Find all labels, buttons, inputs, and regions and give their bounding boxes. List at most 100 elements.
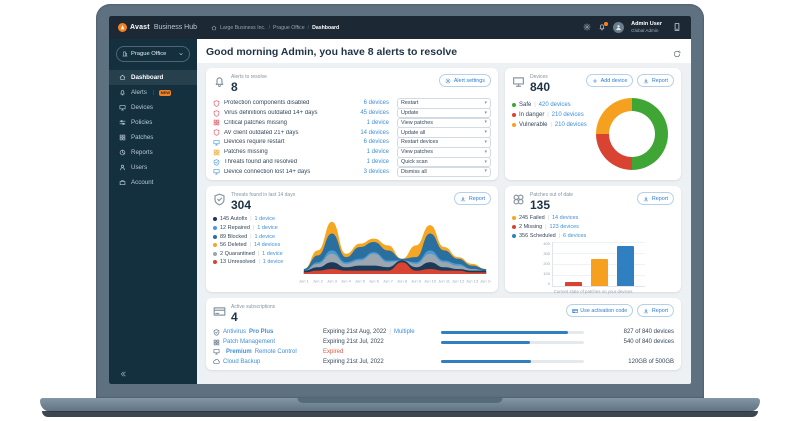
sidebar-item[interactable]: Patches	[109, 130, 197, 145]
sidebar-collapse-icon[interactable]	[119, 370, 127, 378]
legend-dot	[213, 226, 217, 230]
threats-report-button[interactable]: Report	[454, 192, 491, 205]
devices-report-button[interactable]: Report	[637, 74, 674, 87]
subscription-extra-link[interactable]: Multiple	[386, 329, 414, 335]
avatar[interactable]	[613, 22, 624, 33]
legend-devices-link[interactable]: 14 devices	[552, 215, 578, 221]
sidebar-nav: Dashboard Alerts | NEW	[109, 70, 197, 190]
alert-devices-link[interactable]: 1 device	[335, 159, 389, 165]
legend-label: In danger	[519, 112, 544, 118]
legend-label: Vulnerable	[519, 122, 547, 128]
legend-devices-link[interactable]: 14 devices	[254, 242, 280, 248]
sidebar-item[interactable]: Dashboard	[109, 70, 197, 85]
sidebar-item[interactable]: Account	[109, 175, 197, 190]
legend-devices-link[interactable]: 210 devices	[552, 112, 584, 118]
notification-dot	[604, 22, 608, 26]
legend-devices-link[interactable]: 1 device	[255, 216, 276, 222]
sidebar-item-label: Devices	[131, 104, 153, 111]
bar-failed	[591, 259, 608, 286]
notifications-button[interactable]	[598, 23, 606, 31]
subscription-usage-fill	[441, 341, 530, 344]
chevron-down-icon: ▾	[484, 111, 487, 116]
bar-missing	[565, 282, 582, 286]
legend-devices-link[interactable]: 1 device	[257, 225, 278, 231]
legend-devices-link[interactable]: 420 devices	[539, 102, 571, 108]
alert-action-value: Dismiss all	[401, 169, 427, 175]
patches-icon	[512, 193, 525, 206]
refresh-icon[interactable]	[673, 50, 681, 58]
subscription-name-link[interactable]: Antivirus Pro Plus	[213, 329, 323, 336]
add-device-button[interactable]: Add device	[586, 74, 633, 87]
sidebar-item[interactable]: Users	[109, 160, 197, 175]
legend-devices-link[interactable]: 123 devices	[550, 224, 579, 230]
alert-devices-link[interactable]: 14 devices	[335, 130, 389, 136]
subscription-name-link[interactable]: Premium Remote Control	[213, 348, 323, 355]
greeting-band: Good morning Admin, you have 8 alerts to…	[197, 39, 691, 63]
subscription-icon	[213, 329, 220, 336]
alert-action-select[interactable]: Dismiss all ▾	[397, 167, 491, 178]
alert-row: Protection components disabled 6 devices…	[213, 98, 491, 108]
legend-item: 89 Blocked | 1 device	[213, 234, 299, 240]
alert-devices-link[interactable]: 6 devices	[335, 139, 389, 145]
chevron-down-icon: ▾	[484, 140, 487, 145]
subscription-name-link[interactable]: Patch Management	[213, 339, 323, 346]
user-menu[interactable]: Admin User Global Admin	[631, 21, 662, 34]
alert-row: Threats found and resolved 1 device Quic…	[213, 157, 491, 167]
subscription-usage-fill	[441, 331, 568, 334]
sidebar-item[interactable]: Reports	[109, 145, 197, 160]
alert-action-value: Restart devices	[401, 139, 438, 145]
alert-devices-link[interactable]: 1 device	[335, 149, 389, 155]
use-activation-code-button[interactable]: Use activation code	[566, 304, 634, 317]
brand-name: Avast	[130, 24, 150, 31]
alert-status-icon	[213, 119, 220, 126]
brand: Avast Business Hub	[118, 23, 197, 32]
svg-text:Jun 5: Jun 5	[355, 279, 366, 284]
svg-text:Jun 3: Jun 3	[327, 279, 338, 284]
chevron-down-icon	[178, 51, 184, 57]
sidebar-item[interactable]: Devices	[109, 100, 197, 115]
chevron-down-icon: ▾	[484, 160, 487, 165]
sidebar-item-icon	[119, 164, 126, 171]
alert-devices-link[interactable]: 3 devices	[335, 169, 389, 175]
subscription-row: Premium Remote Control Expired	[213, 347, 674, 357]
subscriptions-report-button[interactable]: Report	[637, 304, 674, 317]
top-bar: Avast Business Hub Large Business Inc. /…	[109, 16, 691, 39]
user-name: Admin User	[631, 21, 662, 28]
top-bar-actions: Admin User Global Admin	[583, 21, 682, 34]
legend-item: Vulnerable | 210 devices	[512, 122, 587, 128]
user-icon	[615, 24, 622, 31]
user-role: Global Admin	[631, 28, 662, 34]
legend-devices-link[interactable]: 1 device	[255, 234, 276, 240]
alert-devices-link[interactable]: 6 devices	[335, 100, 389, 106]
legend-dot	[512, 103, 516, 107]
alert-settings-button[interactable]: Alert settings	[439, 74, 491, 87]
sidebar-item[interactable]: Alerts | NEW	[109, 85, 197, 100]
legend-devices-link[interactable]: 1 device	[263, 259, 284, 265]
alert-action-select[interactable]: Quick scan ▾	[397, 157, 491, 168]
alert-action-select[interactable]: View patches ▾	[397, 147, 491, 158]
legend-devices-link[interactable]: 6 devices	[563, 233, 586, 239]
breadcrumb-site[interactable]: Prague Office	[273, 25, 305, 31]
subscription-row: Patch Management Expiring 21st Jul, 2022…	[213, 337, 674, 347]
y-tick: 400	[540, 242, 550, 246]
subscriptions-count: 4	[231, 310, 275, 324]
console-icon[interactable]	[672, 22, 682, 32]
subscription-name-link[interactable]: Cloud Backup	[213, 358, 323, 365]
alert-action-value: Update	[401, 110, 418, 116]
settings-gear-icon[interactable]	[583, 23, 591, 31]
alert-devices-link[interactable]: 1 device	[335, 120, 389, 126]
legend-devices-link[interactable]: 210 devices	[555, 122, 587, 128]
sidebar-item-label: Dashboard	[131, 74, 163, 81]
site-selector[interactable]: Prague Office	[116, 46, 190, 62]
subscriptions-list: Antivirus Pro Plus Expiring 21st Aug, 20…	[213, 327, 674, 366]
threats-chart-wrap: Jun 1Jun 2Jun 3Jun 4Jun 5Jun 6Jun 7Jun 8…	[299, 214, 491, 286]
legend-devices-link[interactable]: 1 device	[262, 251, 283, 257]
alert-devices-link[interactable]: 45 devices	[335, 110, 389, 116]
alert-label: Patches missing	[224, 149, 331, 155]
alert-action-select[interactable]: Restart ▾	[397, 98, 491, 109]
sidebar-item[interactable]: Policies	[109, 115, 197, 130]
patches-report-button[interactable]: Report	[637, 192, 674, 205]
chevron-down-icon: ▾	[484, 130, 487, 135]
alert-action-select[interactable]: Update ▾	[397, 108, 491, 119]
breadcrumb-company[interactable]: Large Business Inc.	[220, 25, 266, 31]
